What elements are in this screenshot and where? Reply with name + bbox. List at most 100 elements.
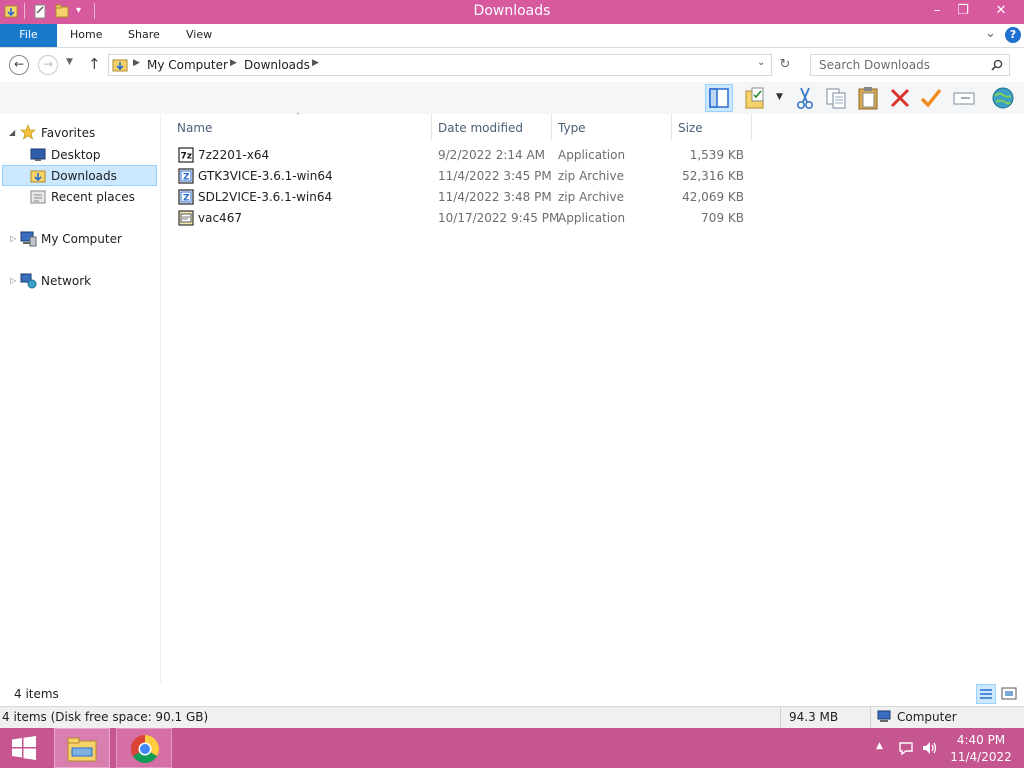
- file-row[interactable]: Z GTK3VICE-3.6.1-win64 11/4/2022 3:45 PM…: [170, 166, 750, 187]
- expand-favorites-icon[interactable]: ◢: [9, 128, 15, 137]
- taskbar-chrome[interactable]: [116, 728, 172, 768]
- computer-icon: [877, 710, 891, 722]
- file-name[interactable]: SDL2VICE-3.6.1-win64: [198, 190, 332, 204]
- column-header-name[interactable]: Name: [177, 118, 212, 138]
- action-center-icon[interactable]: [898, 740, 914, 756]
- nav-favorites[interactable]: Favorites: [41, 123, 95, 143]
- forward-button[interactable]: →: [38, 55, 58, 75]
- ribbon-tabs: File Home Share View ⌄ ?: [0, 24, 1024, 48]
- expand-my-computer-icon[interactable]: ▷: [10, 234, 16, 243]
- command-toolbar: ▼: [0, 82, 1024, 114]
- file-date: 10/17/2022 9:45 PM: [438, 211, 560, 225]
- column-header-size[interactable]: Size: [678, 118, 703, 138]
- refresh-button[interactable]: ↻: [776, 56, 794, 74]
- column-divider[interactable]: [431, 114, 432, 140]
- column-divider[interactable]: [751, 114, 752, 140]
- file-date: 9/2/2022 2:14 AM: [438, 148, 546, 162]
- chrome-icon: [131, 735, 159, 763]
- nav-desktop[interactable]: Desktop: [51, 145, 101, 165]
- close-button[interactable]: ✕: [984, 0, 1018, 22]
- up-arrow-icon: ↑: [88, 55, 101, 73]
- tab-share[interactable]: Share: [128, 24, 160, 47]
- address-row: ← → ▼ ↑ ▶ My Computer ▶ Downloads ▶ ⌄ ↻ …: [0, 48, 1024, 82]
- taskbar-file-explorer[interactable]: [54, 728, 110, 768]
- up-button[interactable]: ↑: [88, 55, 101, 73]
- refresh-icon: ↻: [779, 57, 791, 72]
- window-title: Downloads: [473, 3, 551, 19]
- help-icon[interactable]: ?: [1005, 27, 1021, 43]
- file-name[interactable]: vac467: [198, 211, 242, 225]
- show-hidden-icons[interactable]: ▲: [876, 741, 883, 751]
- rename-icon[interactable]: [951, 85, 977, 111]
- file-name[interactable]: 7z2201-x64: [198, 148, 269, 162]
- status-bar: 4 items: [0, 684, 1024, 706]
- nav-downloads[interactable]: Downloads: [51, 166, 117, 186]
- search-input[interactable]: Search Downloads: [819, 58, 930, 72]
- start-button[interactable]: [0, 728, 48, 768]
- delete-icon[interactable]: [887, 85, 913, 111]
- file-name[interactable]: GTK3VICE-3.6.1-win64: [198, 169, 333, 183]
- cut-icon[interactable]: [792, 85, 818, 111]
- expand-network-icon[interactable]: ▷: [10, 276, 16, 285]
- taskbar: ▲ 4:40 PM 11/4/2022: [0, 728, 1024, 768]
- paste-icon[interactable]: [855, 85, 881, 111]
- search-box[interactable]: Search Downloads: [810, 54, 1010, 76]
- volume-icon[interactable]: [921, 740, 939, 756]
- check-icon[interactable]: [918, 85, 944, 111]
- title-bar: ▾ Downloads – ❐ ✕: [0, 0, 1024, 24]
- back-arrow-icon: ←: [13, 57, 25, 71]
- globe-icon[interactable]: [990, 85, 1016, 111]
- breadcrumb-downloads[interactable]: Downloads: [244, 58, 310, 72]
- app-icon: [178, 210, 194, 226]
- large-icons-view-button[interactable]: [1000, 685, 1018, 703]
- copy-icon[interactable]: [823, 85, 849, 111]
- star-icon: [20, 124, 36, 140]
- breadcrumb-separator-icon[interactable]: ▶: [230, 58, 237, 68]
- restore-button[interactable]: ❐: [948, 0, 978, 22]
- file-row[interactable]: 7z 7z2201-x64 9/2/2022 2:14 AM Applicati…: [170, 145, 750, 166]
- file-row[interactable]: Z SDL2VICE-3.6.1-win64 11/4/2022 3:48 PM…: [170, 187, 750, 208]
- column-divider[interactable]: [551, 114, 552, 140]
- preview-pane-icon[interactable]: [705, 84, 733, 112]
- windows-logo-icon: [12, 736, 36, 760]
- column-header-date[interactable]: Date modified: [438, 118, 523, 138]
- column-header-type[interactable]: Type: [558, 118, 586, 138]
- details-view-button[interactable]: [976, 684, 996, 704]
- tab-home[interactable]: Home: [70, 24, 102, 47]
- computer-icon: [20, 231, 37, 247]
- zip-icon: Z: [178, 168, 194, 184]
- status-divider: [780, 707, 781, 728]
- zip-icon: Z: [178, 189, 194, 205]
- file-size: 42,069 KB: [682, 190, 744, 204]
- file-date: 11/4/2022 3:48 PM: [438, 190, 552, 204]
- recent-places-icon: [30, 190, 46, 204]
- downloads-folder-icon: [112, 59, 128, 72]
- desktop-icon: [30, 148, 46, 161]
- column-divider[interactable]: [671, 114, 672, 140]
- ribbon-collapse-icon[interactable]: ⌄: [985, 26, 999, 44]
- details-status-bar: 4 items (Disk free space: 90.1 GB) 94.3 …: [0, 706, 1024, 728]
- tab-file[interactable]: File: [0, 24, 57, 47]
- address-bar[interactable]: ▶ My Computer ▶ Downloads ▶ ⌄: [108, 54, 772, 76]
- file-date: 11/4/2022 3:45 PM: [438, 169, 552, 183]
- address-dropdown-icon[interactable]: ⌄: [757, 57, 765, 68]
- nav-my-computer[interactable]: My Computer: [41, 229, 122, 249]
- clock-date[interactable]: 11/4/2022: [949, 750, 1013, 764]
- search-icon[interactable]: [991, 59, 1003, 71]
- large-icons-view-icon: [1001, 687, 1017, 700]
- navigation-pane: ◢ Favorites Desktop Downloads Recent pla…: [0, 114, 161, 684]
- nav-recent-places[interactable]: Recent places: [51, 187, 135, 207]
- size-total: 94.3 MB: [789, 710, 839, 724]
- recent-locations-icon[interactable]: ▼: [66, 57, 73, 67]
- clock-time[interactable]: 4:40 PM: [949, 733, 1013, 747]
- breadcrumb-my-computer[interactable]: My Computer: [147, 58, 228, 72]
- properties-icon[interactable]: [743, 85, 769, 111]
- back-button[interactable]: ←: [9, 55, 29, 75]
- breadcrumb-separator-icon[interactable]: ▶: [133, 58, 140, 68]
- details-view-icon: [980, 689, 992, 699]
- file-row[interactable]: vac467 10/17/2022 9:45 PM Application 70…: [170, 208, 750, 229]
- tab-view[interactable]: View: [186, 24, 212, 47]
- properties-dropdown-icon[interactable]: ▼: [776, 92, 783, 102]
- breadcrumb-separator-icon[interactable]: ▶: [312, 58, 319, 68]
- nav-network[interactable]: Network: [41, 271, 91, 291]
